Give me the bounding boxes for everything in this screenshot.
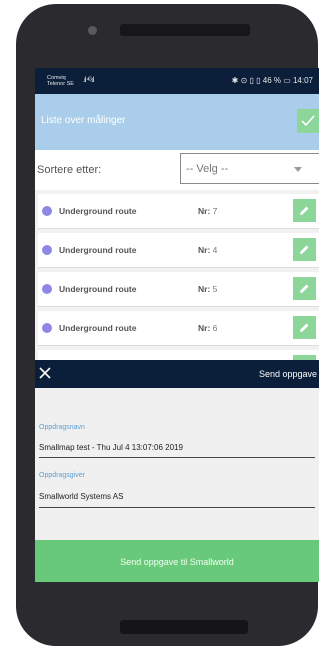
item-number-label: Nr: [198, 206, 211, 216]
check-icon [301, 115, 315, 127]
assignment-name-label: Oppdragsnavn [39, 424, 85, 431]
page-title: Liste over målinger [41, 115, 126, 126]
edit-button[interactable] [293, 277, 316, 300]
status-indicators: ✱ ⊙ ▯ ▯ 46 % ▭ 14:07 [231, 76, 313, 85]
status-dot-icon [42, 284, 52, 294]
edit-button[interactable] [293, 316, 316, 339]
status-bar: Comviq Telenor SE .ıl ⁴ᴳ.ıl ✱ ⊙ ▯ ▯ 46 %… [35, 68, 319, 94]
status-dot-icon [42, 245, 52, 255]
signal-icon: .ıl ⁴ᴳ.ıl [83, 77, 94, 84]
client-underline [39, 507, 315, 508]
list-item[interactable]: Underground route Nr: 6 [38, 311, 319, 345]
item-number-value: 7 [212, 206, 218, 216]
pencil-icon [300, 323, 309, 332]
item-number: Nr: 4 [198, 245, 217, 255]
assignment-name-field[interactable]: Smallmap test - Thu Jul 4 13:07:06 2019 [39, 443, 183, 452]
sort-bar: Sortere etter: -- Velg -- [35, 150, 319, 190]
sort-selected-value: -- Velg -- [186, 163, 229, 175]
pencil-icon [300, 245, 309, 254]
app-bar: Liste over målinger [35, 94, 319, 150]
send-task-sheet: Send oppgave Oppdragsnavn Smallmap test … [35, 360, 319, 582]
edit-button[interactable] [293, 238, 316, 261]
carrier-info: Comviq Telenor SE [47, 75, 74, 87]
item-title: Underground route [59, 206, 137, 216]
send-task-link[interactable]: Send oppgave [259, 369, 317, 379]
sort-label: Sortere etter: [37, 164, 102, 176]
item-number-label: Nr: [198, 245, 211, 255]
item-number-label: Nr: [198, 284, 211, 294]
chevron-down-icon [294, 167, 302, 172]
screen: Comviq Telenor SE .ıl ⁴ᴳ.ıl ✱ ⊙ ▯ ▯ 46 %… [35, 68, 319, 582]
item-number-value: 4 [212, 245, 218, 255]
list-item[interactable]: Underground route Nr: 4 [38, 233, 319, 267]
item-number-value: 5 [212, 284, 218, 294]
item-title: Underground route [59, 323, 137, 333]
item-number: Nr: 7 [198, 206, 217, 216]
close-icon[interactable] [38, 366, 52, 380]
carrier-network: Telenor SE [47, 81, 74, 87]
earpiece-speaker [120, 24, 250, 36]
item-title: Underground route [59, 245, 137, 255]
front-camera [88, 26, 97, 35]
item-number: Nr: 5 [198, 284, 217, 294]
send-to-smallworld-button[interactable]: Send oppgave til Smallworld [35, 540, 319, 582]
edit-button[interactable] [293, 199, 316, 222]
client-label: Oppdragsgiver [39, 472, 85, 479]
item-number: Nr: 6 [198, 323, 217, 333]
pencil-icon [300, 284, 309, 293]
status-dot-icon [42, 206, 52, 216]
confirm-button[interactable] [297, 109, 319, 133]
home-bar[interactable] [120, 620, 248, 634]
item-number-value: 6 [212, 323, 218, 333]
assignment-name-underline [39, 457, 315, 458]
list-item[interactable]: Underground route Nr: 5 [38, 272, 319, 306]
pencil-icon [300, 206, 309, 215]
item-number-label: Nr: [198, 323, 211, 333]
list-item[interactable]: Underground route Nr: 7 [38, 194, 319, 228]
client-field[interactable]: Smallworld Systems AS [39, 492, 123, 501]
sheet-header: Send oppgave [35, 360, 319, 388]
sort-dropdown[interactable]: -- Velg -- [180, 153, 319, 184]
item-title: Underground route [59, 284, 137, 294]
status-dot-icon [42, 323, 52, 333]
